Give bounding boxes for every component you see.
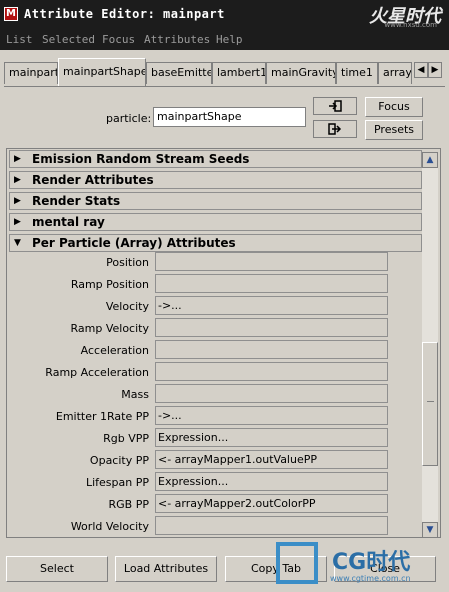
app-icon[interactable]: M — [4, 7, 18, 21]
attr-label-ramp-position: Ramp Position — [70, 278, 149, 291]
attributes-scrollbar[interactable]: ▲ ▼ — [422, 152, 438, 538]
output-connection-button[interactable] — [313, 120, 357, 138]
attr-label-velocity: Velocity — [105, 300, 149, 313]
attr-label-world-velocity: World Velocity — [70, 520, 149, 533]
focus-button[interactable]: Focus — [365, 97, 423, 117]
tab-time1[interactable]: time1 — [336, 62, 378, 84]
attr-field-velocity[interactable]: ->... — [155, 296, 388, 315]
attr-field-ramp-position[interactable] — [155, 274, 388, 293]
tab-array[interactable]: array — [378, 62, 412, 84]
section-title: mental ray — [32, 215, 105, 229]
collapsed-arrow-icon: ▶ — [14, 217, 21, 227]
tab-baseemitter[interactable]: baseEmitter — [146, 62, 212, 84]
output-arrow-icon — [328, 123, 342, 135]
attr-label-position: Position — [106, 256, 149, 269]
attr-label-opacity-pp: Opacity PP — [89, 454, 149, 467]
tab-strip: mainpart mainpartShape baseEmitter lambe… — [4, 56, 445, 87]
scroll-thumb[interactable] — [422, 342, 438, 466]
menu-selected[interactable]: Selected — [42, 33, 95, 46]
attr-field-opacity-pp[interactable]: <- arrayMapper1.outValuePP — [155, 450, 388, 469]
expanded-arrow-icon: ▼ — [14, 238, 21, 248]
attr-label-rgb-vpp: Rgb VPP — [103, 432, 149, 445]
attr-field-rgb-pp[interactable]: <- arrayMapper2.outColorPP — [155, 494, 388, 513]
attr-label-acceleration: Acceleration — [80, 344, 149, 357]
particle-name-field[interactable]: mainpartShape — [153, 107, 306, 127]
attr-field-emitter-rate-pp[interactable]: ->... — [155, 406, 388, 425]
section-per-particle-array-attributes[interactable]: ▼ Per Particle (Array) Attributes — [9, 234, 422, 252]
attr-field-world-velocity[interactable] — [155, 516, 388, 535]
attr-label-ramp-velocity: Ramp Velocity — [70, 322, 150, 335]
attr-label-lifespan-pp: Lifespan PP — [85, 476, 149, 489]
window-title: Attribute Editor: mainpart — [24, 7, 225, 21]
scroll-up-icon[interactable]: ▲ — [422, 152, 438, 168]
attr-label-ramp-acceleration: Ramp Acceleration — [45, 366, 149, 379]
collapsed-arrow-icon: ▶ — [14, 154, 21, 164]
scroll-grip-icon — [427, 401, 434, 402]
attr-label-rgb-pp: RGB PP — [108, 498, 149, 511]
watermark-logo-url: www.hxsd.com — [384, 21, 437, 29]
cgtime-logo-icon — [276, 542, 318, 584]
watermark-url: www.cgtime.com.cn — [330, 574, 411, 583]
attr-field-lifespan-pp[interactable]: Expression... — [155, 472, 388, 491]
title-bar[interactable]: M Attribute Editor: mainpart 火星时代 www.hx… — [0, 0, 449, 30]
input-arrow-icon — [329, 100, 342, 112]
attr-field-ramp-velocity[interactable] — [155, 318, 388, 337]
tab-scroll-left-icon[interactable]: ◀ — [414, 62, 428, 78]
attr-field-rgb-vpp[interactable]: Expression... — [155, 428, 388, 447]
menu-attributes[interactable]: Attributes — [144, 33, 210, 46]
watermark-name: CG时代 — [332, 550, 411, 575]
attr-field-acceleration[interactable] — [155, 340, 388, 359]
tab-mainpart[interactable]: mainpart — [4, 62, 58, 84]
select-button[interactable]: Select — [6, 556, 108, 582]
section-mental-ray[interactable]: ▶ mental ray — [9, 213, 422, 231]
attribute-editor-window: M Attribute Editor: mainpart 火星时代 www.hx… — [0, 0, 449, 592]
menu-focus[interactable]: Focus — [102, 33, 135, 46]
presets-button[interactable]: Presets — [365, 120, 423, 140]
section-title: Per Particle (Array) Attributes — [32, 236, 236, 250]
section-emission-random-stream-seeds[interactable]: ▶ Emission Random Stream Seeds — [9, 150, 422, 168]
collapsed-arrow-icon: ▶ — [14, 196, 21, 206]
tab-maingravity[interactable]: mainGravity — [266, 62, 336, 84]
menu-help[interactable]: Help — [216, 33, 243, 46]
tab-lambert1[interactable]: lambert1 — [212, 62, 266, 84]
attr-field-ramp-acceleration[interactable] — [155, 362, 388, 381]
attr-field-mass[interactable] — [155, 384, 388, 403]
cgtime-watermark: CG时代 www.cgtime.com.cn — [272, 536, 449, 592]
menu-list[interactable]: List — [6, 33, 33, 46]
attr-field-position[interactable] — [155, 252, 388, 271]
attributes-panel: ▶ Emission Random Stream Seeds ▶ Render … — [6, 148, 441, 538]
load-attributes-button[interactable]: Load Attributes — [115, 556, 217, 582]
collapsed-arrow-icon: ▶ — [14, 175, 21, 185]
section-title: Render Stats — [32, 194, 121, 208]
attr-label-emitter-rate-pp: Emitter 1Rate PP — [55, 410, 149, 423]
section-title: Emission Random Stream Seeds — [32, 152, 250, 166]
particle-label: particle: — [106, 112, 152, 125]
section-render-stats[interactable]: ▶ Render Stats — [9, 192, 422, 210]
input-connection-button[interactable] — [313, 97, 357, 115]
section-title: Render Attributes — [32, 173, 154, 187]
section-render-attributes[interactable]: ▶ Render Attributes — [9, 171, 422, 189]
attr-label-mass: Mass — [121, 388, 149, 401]
tab-scroll-right-icon[interactable]: ▶ — [428, 62, 442, 78]
tab-mainpartshape[interactable]: mainpartShape — [58, 58, 146, 86]
menu-bar: List Selected Focus Attributes Help — [0, 30, 449, 50]
